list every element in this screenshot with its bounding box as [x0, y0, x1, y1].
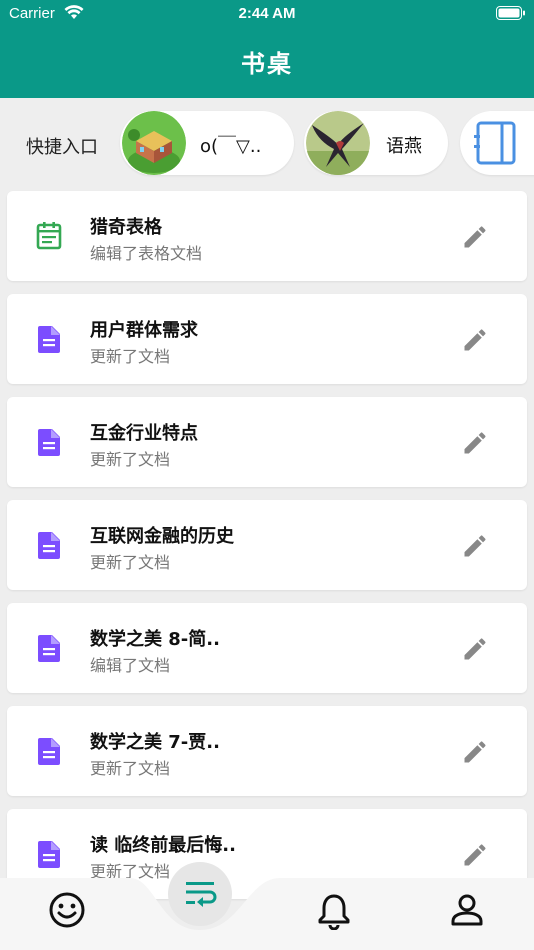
center-tab-button[interactable] [168, 862, 232, 926]
notebook-icon [474, 121, 516, 165]
list-item[interactable]: 猎奇表格 编辑了表格文档 [7, 191, 527, 281]
status-bar: Carrier 2:44 AM [0, 0, 534, 28]
document-activity: 更新了文档 [90, 553, 171, 572]
bell-icon[interactable] [314, 890, 354, 930]
quick-access-item[interactable]: o(￣▽.. [120, 111, 294, 175]
quick-access-bar: 快捷入口 o(￣▽.. 语燕 [0, 98, 534, 188]
quick-access-name: 语燕 [386, 136, 422, 157]
document-icon [38, 326, 60, 353]
document-title: 互联网金融的历史 [90, 526, 234, 547]
person-icon[interactable] [447, 890, 487, 930]
edit-icon[interactable] [461, 635, 489, 663]
smiley-icon[interactable] [47, 890, 87, 930]
document-title: 猎奇表格 [90, 217, 162, 238]
document-title: 读 临终前最后悔.. [90, 835, 236, 856]
quick-access-label: 快捷入口 [26, 137, 98, 158]
swallow-avatar-icon [306, 111, 370, 175]
document-activity: 编辑了文档 [90, 656, 171, 675]
list-item[interactable]: 互金行业特点 更新了文档 [7, 397, 527, 487]
avatar [462, 111, 526, 175]
bottom-tab-bar [0, 860, 534, 950]
document-activity: 更新了文档 [90, 347, 171, 366]
list-item[interactable]: 数学之美 8-简.. 编辑了文档 [7, 603, 527, 693]
document-activity: 更新了文档 [90, 450, 171, 469]
avatar [306, 111, 370, 175]
avatar [122, 111, 186, 175]
document-title: 数学之美 7-贾.. [90, 732, 220, 753]
quick-access-item[interactable]: 语燕 [304, 111, 448, 175]
edit-icon[interactable] [461, 326, 489, 354]
edit-icon[interactable] [461, 738, 489, 766]
wrap-text-icon [186, 882, 217, 907]
document-icon [38, 738, 60, 765]
document-title: 用户群体需求 [90, 320, 198, 341]
list-item[interactable]: 互联网金融的历史 更新了文档 [7, 500, 527, 590]
list-item[interactable]: 用户群体需求 更新了文档 [7, 294, 527, 384]
app-header: Carrier 2:44 AM 书桌 [0, 0, 534, 98]
document-icon [38, 635, 60, 662]
battery-icon [496, 6, 525, 20]
document-activity: 更新了文档 [90, 759, 171, 778]
edit-icon[interactable] [461, 532, 489, 560]
document-title: 互金行业特点 [90, 423, 198, 444]
document-icon [38, 532, 60, 559]
quick-access-name: o(￣▽.. [200, 136, 262, 157]
status-time: 2:44 AM [238, 5, 296, 22]
edit-icon[interactable] [461, 223, 489, 251]
house-avatar-icon [122, 111, 186, 175]
list-item[interactable]: 数学之美 7-贾.. 更新了文档 [7, 706, 527, 796]
document-activity: 编辑了表格文档 [90, 244, 203, 263]
page-title: 书桌 [241, 50, 293, 78]
spreadsheet-icon [36, 222, 62, 250]
document-icon [38, 429, 60, 456]
document-title: 数学之美 8-简.. [90, 629, 220, 650]
edit-icon[interactable] [461, 429, 489, 457]
quick-access-item[interactable] [460, 111, 534, 175]
